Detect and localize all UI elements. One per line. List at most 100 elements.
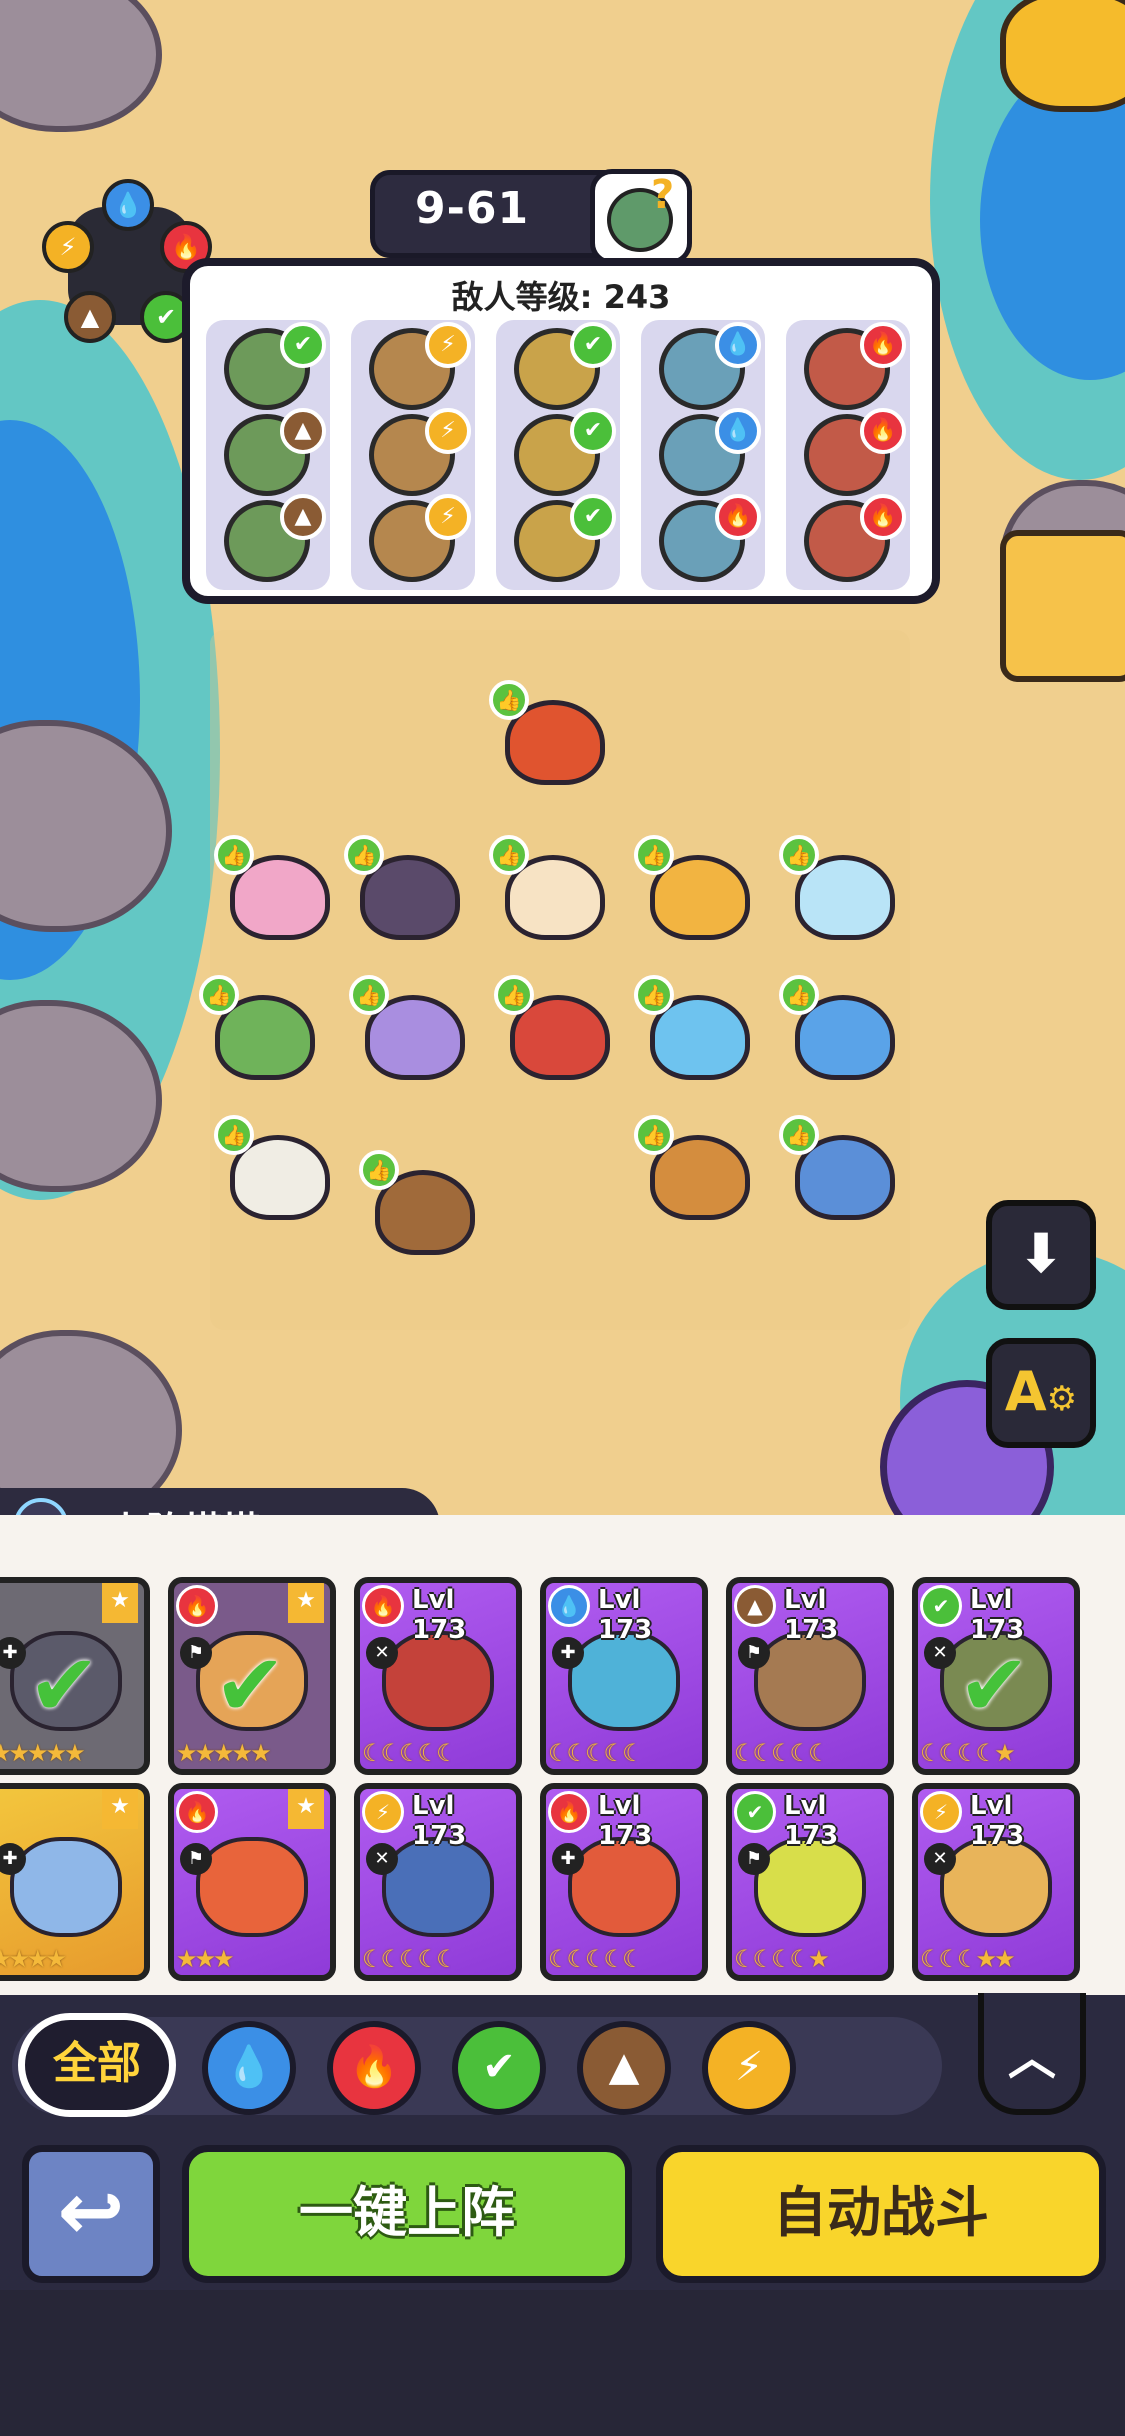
flame-icon: 🔥 — [860, 322, 906, 368]
ally-unit[interactable]: 👍 — [199, 975, 325, 1085]
creature-portrait — [10, 1837, 122, 1937]
question-mark-icon: ? — [651, 172, 675, 218]
creature-portrait — [568, 1631, 680, 1731]
leaf-icon: ✔ — [920, 1585, 962, 1627]
filter-mountain-icon[interactable]: ▲ — [577, 2021, 671, 2115]
ally-unit[interactable]: 👍 — [214, 835, 340, 945]
filter-all-button[interactable]: 全部 — [18, 2013, 176, 2117]
ally-unit[interactable]: 👍 — [634, 975, 760, 1085]
ally-unit[interactable]: 👍 — [349, 975, 475, 1085]
unit-card[interactable]: 🔥 ✚ Lvl 173 ☾☾☾☾☾ — [540, 1783, 708, 1981]
thumbs-up-icon: 👍 — [214, 835, 254, 875]
water-drop-icon: 💧 — [715, 322, 761, 368]
unit-card[interactable]: ✚★★★★★★✔ — [0, 1577, 150, 1775]
card-stars: ☾☾☾☾☾ — [548, 1739, 644, 1767]
lightning-icon: ⚡ — [920, 1791, 962, 1833]
flame-icon: 🔥 — [860, 494, 906, 540]
unit-card[interactable]: ⚡ ✕ Lvl 173 ☾☾☾☾☾ — [354, 1783, 522, 1981]
filter-leaf-icon[interactable]: ✔ — [452, 2021, 546, 2115]
lightning-icon: ⚡ — [425, 322, 471, 368]
ally-unit[interactable]: 👍 — [634, 1115, 760, 1225]
role-icon: ⚑ — [180, 1843, 212, 1875]
water-drop-icon: 💧 — [548, 1585, 590, 1627]
stage-indicator: 9-61 ? — [370, 169, 692, 265]
filter-lightning-icon[interactable]: ⚡ — [702, 2021, 796, 2115]
role-icon: ⚑ — [180, 1637, 212, 1669]
ally-unit[interactable]: 👍 — [214, 1115, 340, 1225]
card-stars: ☾☾☾☾★ — [734, 1945, 830, 1973]
thumbs-up-icon: 👍 — [359, 1150, 399, 1190]
ally-unit[interactable]: 👍 — [634, 835, 760, 945]
creature-portrait — [754, 1837, 866, 1937]
flame-icon: 🔥 — [176, 1791, 218, 1833]
card-stars: ☾☾☾★★ — [920, 1945, 1016, 1973]
mountain-icon: ▲ — [734, 1585, 776, 1627]
download-button[interactable]: ⬇ — [986, 1200, 1096, 1310]
bookmark-star-icon: ★ — [288, 1789, 324, 1829]
flame-icon: 🔥 — [860, 408, 906, 454]
role-icon: ✕ — [366, 1843, 398, 1875]
card-stars: ☾☾☾☾☾ — [734, 1739, 830, 1767]
collapse-panel-button[interactable]: ︿ — [978, 1993, 1086, 2115]
unit-card[interactable]: 🔥 ⚑ ★ ★★★★★ ✔ — [168, 1577, 336, 1775]
creature-portrait — [754, 1631, 866, 1731]
thumbs-up-icon: 👍 — [489, 835, 529, 875]
card-stars: ★★★ — [176, 1945, 235, 1973]
unit-card[interactable]: ▲ ⚑ Lvl 173 ☾☾☾☾☾ — [726, 1577, 894, 1775]
creature-portrait — [382, 1837, 494, 1937]
one-click-deploy-button[interactable]: 一键上阵 — [182, 2145, 632, 2283]
lightning-icon: ⚡ — [425, 408, 471, 454]
creature-portrait — [196, 1837, 308, 1937]
water-drop-icon: 💧 — [102, 179, 154, 231]
role-icon: ✚ — [552, 1637, 584, 1669]
creature-portrait — [940, 1837, 1052, 1937]
unit-card[interactable]: 🔥 ⚑ ★ ★★★ — [168, 1783, 336, 1981]
crab-decoration — [1000, 0, 1125, 112]
ally-unit[interactable]: 👍 — [779, 1115, 905, 1225]
rock — [0, 0, 162, 132]
unit-card[interactable]: 💧 ✚ Lvl 173 ☾☾☾☾☾ — [540, 1577, 708, 1775]
auto-setting-button[interactable]: A⚙ — [986, 1338, 1096, 1448]
role-icon: ✕ — [924, 1637, 956, 1669]
card-stars: ☾☾☾☾☾ — [548, 1945, 644, 1973]
mountain-icon: ▲ — [64, 291, 116, 343]
card-level: Lvl 173 — [598, 1585, 653, 1645]
back-button[interactable]: ↩ — [22, 2145, 160, 2283]
thumbs-up-icon: 👍 — [779, 1115, 819, 1155]
ally-unit[interactable]: 👍 — [489, 680, 615, 790]
thumbs-up-icon: 👍 — [199, 975, 239, 1015]
boss-info-button[interactable]: ? — [590, 169, 692, 265]
return-arrow-icon: ↩ — [57, 2165, 125, 2258]
filter-water-drop-icon[interactable]: 💧 — [202, 2021, 296, 2115]
ally-unit[interactable]: 👍 — [779, 835, 905, 945]
leaf-icon: ✔ — [570, 408, 616, 454]
ally-unit[interactable]: 👍 — [494, 975, 620, 1085]
card-level: Lvl 173 — [784, 1791, 839, 1851]
card-level: Lvl 173 — [412, 1791, 467, 1851]
ally-unit[interactable]: 👍 — [344, 835, 470, 945]
bottom-safe-area — [0, 2290, 1125, 2436]
unit-card[interactable]: 🔥 ✕ Lvl 173 ☾☾☾☾☾ — [354, 1577, 522, 1775]
unit-card[interactable]: ✚★★★★★ — [0, 1783, 150, 1981]
role-icon: ⚑ — [738, 1637, 770, 1669]
ally-unit[interactable]: 👍 — [359, 1150, 485, 1260]
filter-flame-icon[interactable]: 🔥 — [327, 2021, 421, 2115]
thumbs-up-icon: 👍 — [634, 975, 674, 1015]
ally-unit[interactable]: 👍 — [489, 835, 615, 945]
card-stars: ★★★★★ — [0, 1739, 86, 1767]
card-stars: ★★★★ — [0, 1945, 67, 1973]
unit-card[interactable]: ✔ ⚑ Lvl 173 ☾☾☾☾★ — [726, 1783, 894, 1981]
role-icon: ✚ — [552, 1843, 584, 1875]
card-stars: ☾☾☾☾☾ — [362, 1945, 458, 1973]
lightning-icon: ⚡ — [42, 221, 94, 273]
ally-unit[interactable]: 👍 — [779, 975, 905, 1085]
auto-setting-label: A — [1004, 1360, 1047, 1423]
unit-card[interactable]: ⚡ ✕ Lvl 173 ☾☾☾★★ — [912, 1783, 1080, 1981]
auto-battle-button[interactable]: 自动战斗 — [656, 2145, 1106, 2283]
leaf-icon: ✔ — [280, 322, 326, 368]
bookmark-star-icon: ★ — [102, 1789, 138, 1829]
thumbs-up-icon: 👍 — [779, 975, 819, 1015]
unit-card[interactable]: ✔ ✕ Lvl 173 ☾☾☾☾★ ✔ — [912, 1577, 1080, 1775]
leaf-icon: ✔ — [570, 322, 616, 368]
enemy-panel: 敌人等级: 243 ✔ ▲ ▲ ⚡ ⚡ ⚡ ✔ ✔ ✔ 💧 💧 🔥 🔥 🔥 🔥 — [182, 258, 940, 604]
